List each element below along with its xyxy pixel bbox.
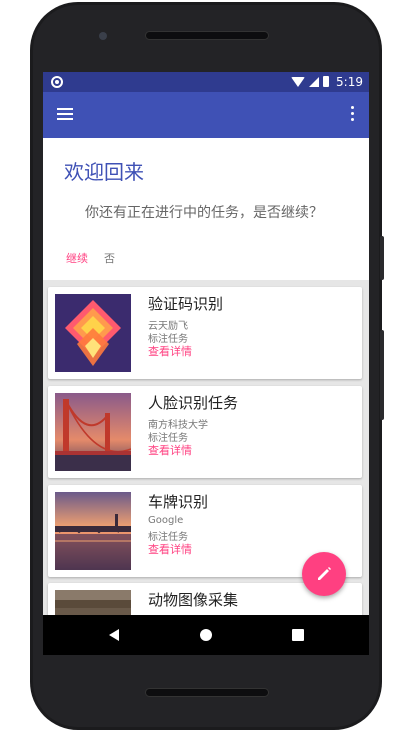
earpiece-speaker (145, 31, 269, 40)
task-owner: Google (148, 515, 184, 526)
overflow-menu-icon[interactable] (351, 106, 355, 122)
task-card[interactable]: 验证码识别 云天励飞 标注任务 查看详情 (48, 287, 362, 379)
back-triangle-icon[interactable] (107, 627, 121, 646)
task-card[interactable]: 人脸识别任务 南方科技大学 标注任务 查看详情 (48, 386, 362, 478)
welcome-message: 你还有正在进行中的任务，是否继续？ (85, 205, 323, 221)
view-details-link[interactable]: 查看详情 (148, 442, 192, 458)
hamburger-menu-icon[interactable] (57, 108, 73, 120)
bottom-speaker (145, 688, 269, 697)
status-icons (291, 76, 329, 87)
volume-button (380, 236, 384, 280)
screen: 5:19 欢迎回来 你还有正在进行中的任务，是否继续？ 继续 否 验证码识别 云… (43, 72, 369, 654)
recents-square-icon[interactable] (291, 627, 305, 646)
task-thumbnail (55, 294, 131, 372)
wifi-icon (291, 76, 305, 87)
no-button[interactable]: 否 (104, 250, 115, 266)
status-bar: 5:19 (43, 72, 369, 92)
continue-button[interactable]: 继续 (66, 250, 88, 266)
power-button (380, 330, 384, 420)
task-thumbnail (55, 492, 131, 570)
app-bar (43, 92, 369, 138)
task-thumbnail (55, 393, 131, 471)
signal-icon (309, 76, 319, 87)
front-camera (99, 32, 107, 40)
task-name: 车牌识别 (148, 493, 209, 511)
welcome-title: 欢迎回来 (64, 160, 144, 184)
view-details-link[interactable]: 查看详情 (148, 343, 192, 359)
edit-fab[interactable] (302, 552, 346, 596)
status-time: 5:19 (336, 75, 363, 89)
view-details-link[interactable]: 查看详情 (148, 541, 192, 557)
welcome-card: 欢迎回来 你还有正在进行中的任务，是否继续？ 继续 否 (43, 138, 369, 280)
task-name: 动物图像采集 (148, 591, 239, 609)
battery-icon (323, 76, 329, 87)
system-nav-bar (43, 615, 369, 655)
home-circle-icon[interactable] (199, 627, 213, 646)
pencil-icon (318, 567, 331, 580)
task-name: 验证码识别 (148, 295, 224, 313)
task-name: 人脸识别任务 (148, 394, 239, 412)
notification-icon (51, 76, 63, 88)
